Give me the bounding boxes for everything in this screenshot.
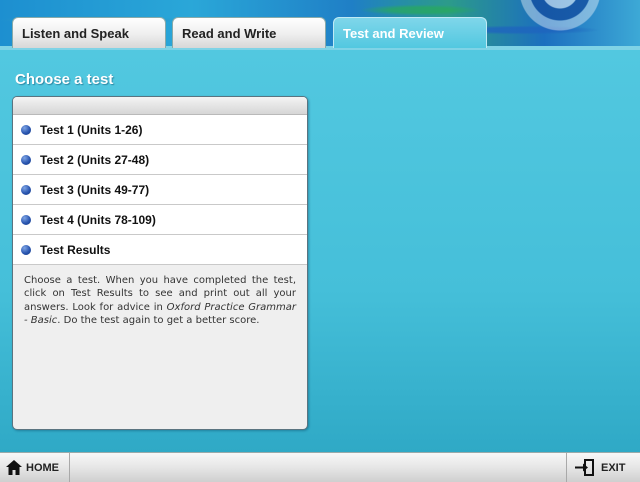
panel-header — [13, 97, 307, 115]
list-item-label: Test Results — [40, 242, 111, 257]
list-item-test-2[interactable]: Test 2 (Units 27-48) — [13, 145, 307, 175]
tab-label: Listen and Speak — [22, 26, 129, 41]
list-item-label: Test 2 (Units 27-48) — [40, 152, 150, 167]
instructions-text: Choose a test. When you have completed t… — [13, 265, 307, 327]
tab-test-and-review[interactable]: Test and Review — [333, 17, 487, 48]
footer-divider — [566, 453, 567, 482]
bullet-icon — [21, 124, 31, 135]
list-item-test-1[interactable]: Test 1 (Units 1-26) — [13, 115, 307, 145]
bullet-icon — [21, 154, 31, 165]
list-item-label: Test 3 (Units 49-77) — [40, 182, 150, 197]
home-label: HOME — [26, 461, 59, 474]
home-button[interactable]: HOME — [6, 453, 59, 482]
tab-label: Read and Write — [182, 26, 277, 41]
bullet-icon — [21, 214, 31, 225]
page-title: Choose a test — [15, 71, 114, 88]
footer-divider — [69, 453, 70, 482]
list-item-label: Test 1 (Units 1-26) — [40, 122, 143, 137]
bullet-icon — [21, 244, 31, 255]
exit-icon — [575, 459, 595, 476]
exit-button[interactable]: EXIT — [575, 453, 625, 482]
test-panel: Test 1 (Units 1-26) Test 2 (Units 27-48)… — [12, 96, 308, 430]
list-item-test-4[interactable]: Test 4 (Units 78-109) — [13, 205, 307, 235]
footer-bar: HOME EXIT — [0, 452, 640, 482]
exit-label: EXIT — [601, 461, 626, 474]
list-item-test-results[interactable]: Test Results — [13, 235, 307, 265]
tab-listen-and-speak[interactable]: Listen and Speak — [12, 17, 166, 48]
instructions-part-2: . Do the test again to get a better scor… — [57, 314, 260, 326]
tab-read-and-write[interactable]: Read and Write — [172, 17, 326, 48]
home-icon — [6, 460, 22, 475]
list-item-test-3[interactable]: Test 3 (Units 49-77) — [13, 175, 307, 205]
bullet-icon — [21, 184, 31, 195]
list-item-label: Test 4 (Units 78-109) — [40, 212, 156, 227]
tab-label: Test and Review — [343, 26, 444, 41]
